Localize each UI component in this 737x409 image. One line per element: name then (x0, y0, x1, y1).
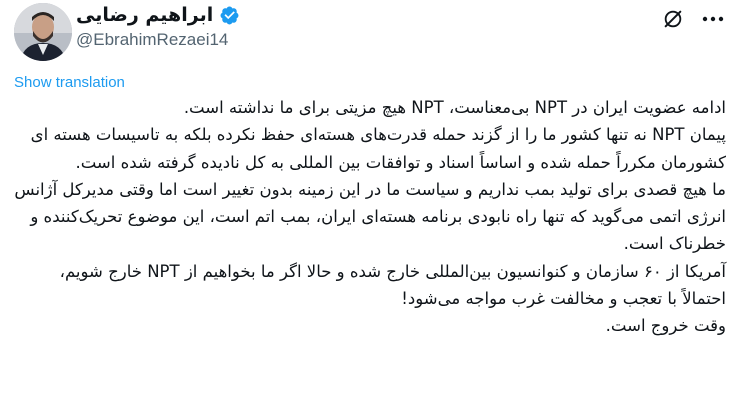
more-horizontal-icon (702, 16, 724, 22)
author-name-row: ابراهیم رضایی (76, 2, 240, 28)
show-translation-link[interactable]: Show translation (14, 74, 125, 91)
grok-button[interactable] (660, 6, 686, 32)
more-options-button[interactable] (698, 6, 728, 32)
author-handle[interactable]: @EbrahimRezaei14 (76, 30, 228, 50)
tweet-header: ابراهیم رضایی @EbrahimRezaei14 (0, 0, 737, 72)
tweet-text: ادامه عضویت ایران در NPT بی‌معناست، NPT … (14, 98, 726, 336)
grok-icon (664, 10, 682, 28)
verified-badge-icon (219, 5, 240, 26)
profile-photo (14, 3, 72, 61)
author-display-name[interactable]: ابراهیم رضایی (76, 4, 213, 26)
avatar[interactable] (14, 3, 72, 61)
